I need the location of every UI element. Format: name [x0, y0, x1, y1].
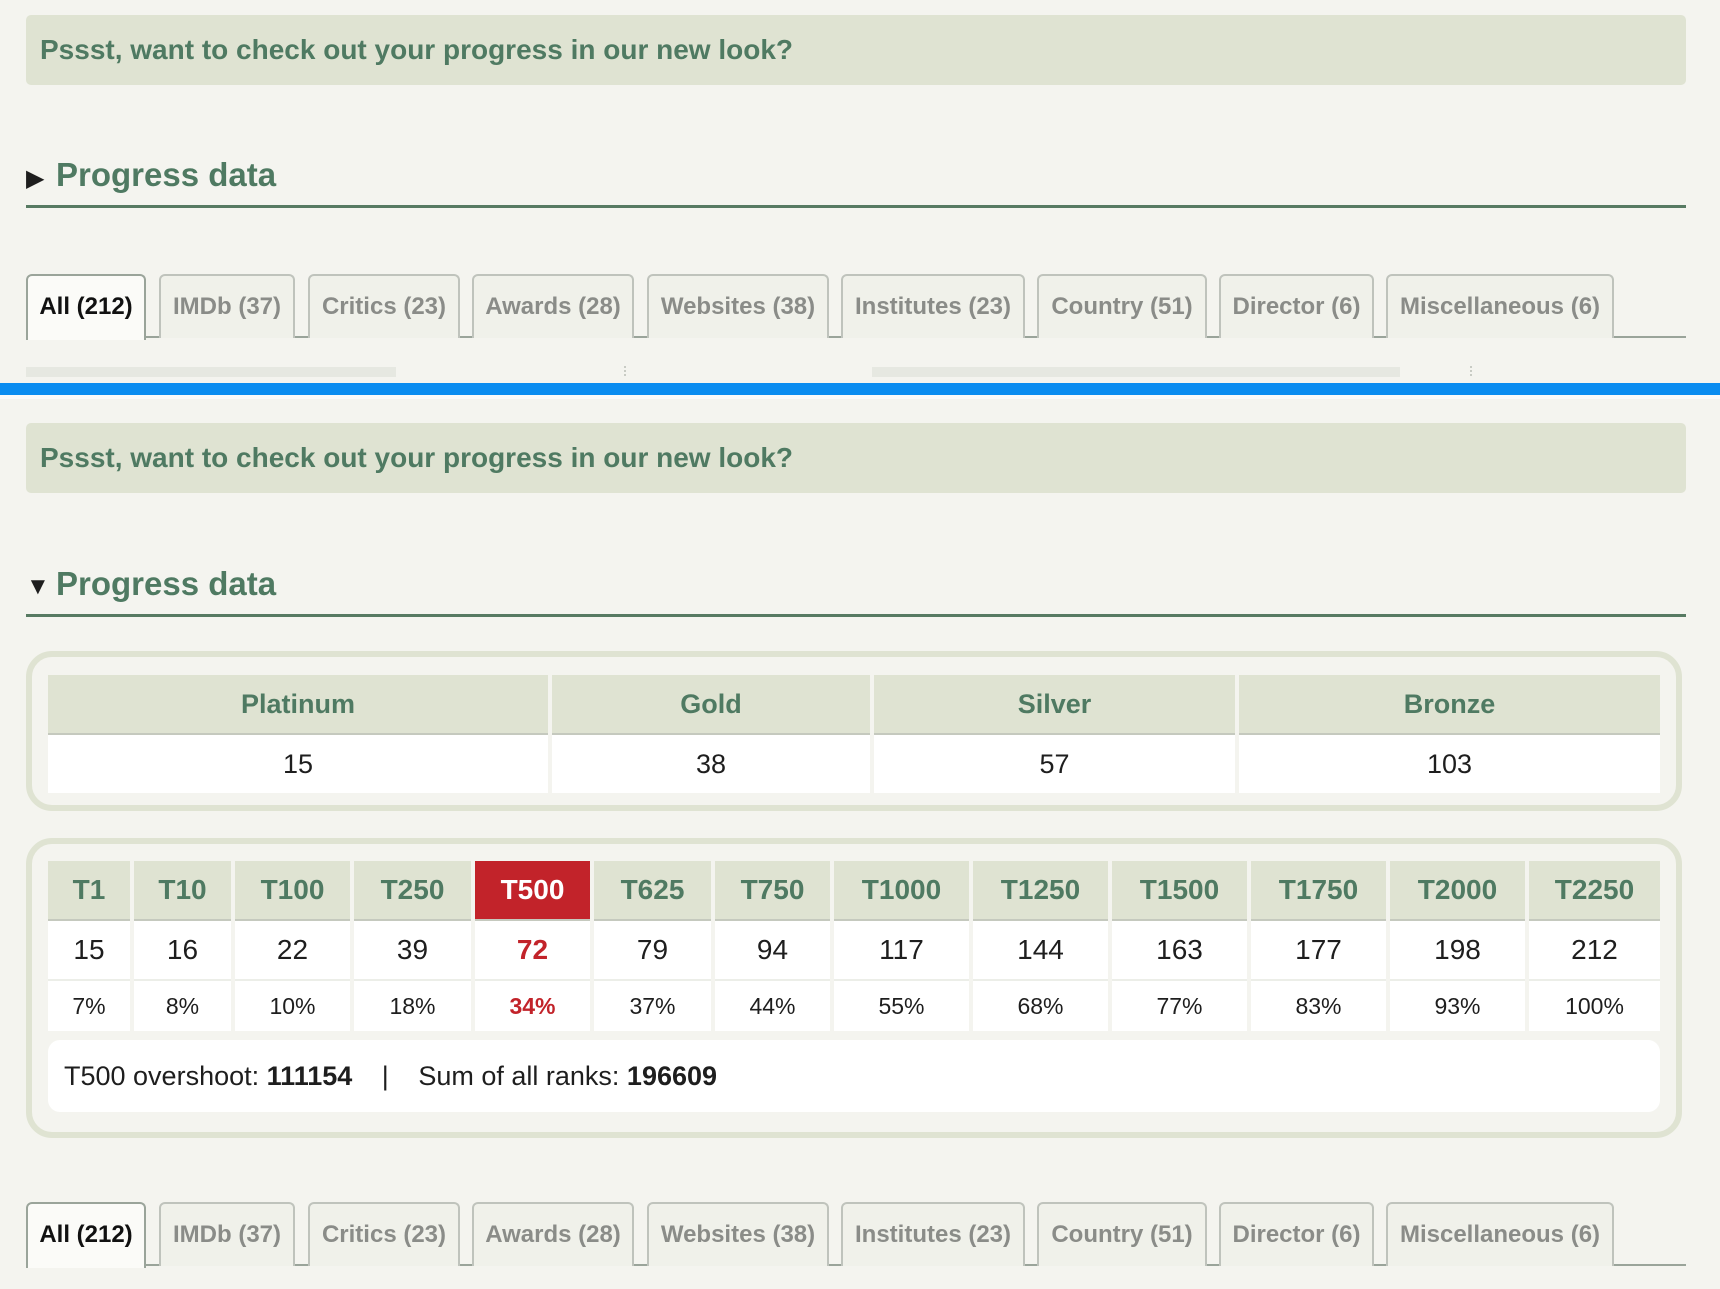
tab-awards[interactable]: Awards (28)	[472, 1202, 634, 1266]
rank-percent-t250: 18%	[352, 980, 475, 1031]
rank-header-t1: T1	[48, 861, 134, 921]
tab-critics[interactable]: Critics (23)	[308, 274, 460, 338]
expanded-view: Pssst, want to check out your progress i…	[0, 398, 1720, 1289]
rank-percent-t100: 10%	[233, 980, 354, 1031]
progress-data-title[interactable]: Progress data	[56, 565, 276, 603]
rank-header-t2000: T2000	[1388, 861, 1529, 921]
rank-count-t1750: 177	[1249, 920, 1390, 981]
tab-country[interactable]: Country (51)	[1037, 274, 1207, 338]
tab-institutes[interactable]: Institutes (23)	[841, 1202, 1025, 1266]
rank-header-t500: T500	[473, 861, 594, 921]
medal-value-platinum: 15	[48, 734, 552, 793]
rank-count-t250: 39	[352, 920, 475, 981]
rank-header-t100: T100	[233, 861, 354, 921]
tab-all[interactable]: All (212)	[26, 274, 146, 340]
divider-dots	[1470, 366, 1474, 376]
rank-header-t1000: T1000	[832, 861, 973, 921]
tab-imdb[interactable]: IMDb (37)	[159, 1202, 295, 1266]
rank-header-t1500: T1500	[1110, 861, 1251, 921]
category-tabs: All (212) IMDb (37) Critics (23) Awards …	[26, 274, 1686, 340]
new-look-banner[interactable]: Pssst, want to check out your progress i…	[26, 15, 1686, 85]
expanded-arrow-icon[interactable]: ▼	[26, 573, 50, 601]
rank-count-t10: 16	[132, 920, 235, 981]
medal-header-silver: Silver	[872, 675, 1239, 735]
overshoot-value: 111154	[266, 1061, 353, 1091]
rank-count-t625: 79	[592, 920, 715, 981]
tab-director[interactable]: Director (6)	[1219, 1202, 1374, 1266]
rank-count-t750: 94	[713, 920, 834, 981]
rank-count-t500: 72	[473, 920, 594, 981]
rank-percent-t2000: 93%	[1388, 980, 1529, 1031]
tab-all[interactable]: All (212)	[26, 1202, 146, 1268]
rank-count-t1500: 163	[1110, 920, 1251, 981]
sum-ranks-label: Sum of all ranks:	[418, 1061, 620, 1091]
medal-header-gold: Gold	[550, 675, 874, 735]
summary-separator: |	[381, 1061, 389, 1091]
rank-header-t250: T250	[352, 861, 475, 921]
rank-percent-t2250: 100%	[1527, 980, 1660, 1031]
screenshot-divider	[0, 383, 1720, 395]
rank-header-t10: T10	[132, 861, 235, 921]
tab-websites[interactable]: Websites (38)	[647, 1202, 829, 1266]
rank-header-t1750: T1750	[1249, 861, 1390, 921]
list-placeholder	[872, 367, 1400, 377]
medal-value-bronze: 103	[1237, 734, 1660, 793]
rank-header-t750: T750	[713, 861, 834, 921]
category-tabs: All (212) IMDb (37) Critics (23) Awards …	[26, 1202, 1686, 1268]
tab-websites[interactable]: Websites (38)	[647, 274, 829, 338]
rank-percent-t10: 8%	[132, 980, 235, 1031]
medal-header-platinum: Platinum	[48, 675, 552, 735]
rank-header-t625: T625	[592, 861, 715, 921]
list-placeholder	[26, 367, 396, 377]
rank-header-t2250: T2250	[1527, 861, 1660, 921]
rank-count-t1000: 117	[832, 920, 973, 981]
rank-percent-t1000: 55%	[832, 980, 973, 1031]
tab-director[interactable]: Director (6)	[1219, 274, 1374, 338]
overshoot-label: T500 overshoot:	[64, 1061, 260, 1091]
rank-count-t100: 22	[233, 920, 354, 981]
collapsed-view: Pssst, want to check out your progress i…	[0, 0, 1720, 380]
rank-percent-t1: 7%	[48, 980, 134, 1031]
progress-data-title[interactable]: Progress data	[56, 156, 276, 194]
rank-header-t1250: T1250	[971, 861, 1112, 921]
tab-critics[interactable]: Critics (23)	[308, 1202, 460, 1266]
rank-table: T1 T10 T100 T250 T500 T625 T750 T1000 T1…	[48, 861, 1660, 1031]
rank-percent-t625: 37%	[592, 980, 715, 1031]
rank-percent-t1250: 68%	[971, 980, 1112, 1031]
rank-count-t2000: 198	[1388, 920, 1529, 981]
rank-summary: T500 overshoot: 111154 | Sum of all rank…	[48, 1040, 1660, 1112]
tab-country[interactable]: Country (51)	[1037, 1202, 1207, 1266]
tab-imdb[interactable]: IMDb (37)	[159, 274, 295, 338]
progress-data-header[interactable]: ▼ Progress data	[26, 559, 1686, 617]
rank-count-t2250: 212	[1527, 920, 1660, 981]
medal-value-gold: 38	[550, 734, 874, 793]
progress-data-header[interactable]: ▶ Progress data	[26, 150, 1686, 208]
sum-ranks-value: 196609	[626, 1061, 718, 1091]
medal-table: Platinum Gold Silver Bronze 15 38 57 103	[48, 675, 1660, 793]
collapsed-arrow-icon[interactable]: ▶	[26, 164, 44, 193]
tab-miscellaneous[interactable]: Miscellaneous (6)	[1386, 274, 1614, 338]
divider-dots	[624, 366, 628, 376]
tab-institutes[interactable]: Institutes (23)	[841, 274, 1025, 338]
tab-miscellaneous[interactable]: Miscellaneous (6)	[1386, 1202, 1614, 1266]
tab-awards[interactable]: Awards (28)	[472, 274, 634, 338]
rank-count-t1: 15	[48, 920, 134, 981]
new-look-banner[interactable]: Pssst, want to check out your progress i…	[26, 423, 1686, 493]
rank-count-t1250: 144	[971, 920, 1112, 981]
rank-percent-t500: 34%	[473, 980, 594, 1031]
medal-header-bronze: Bronze	[1237, 675, 1660, 735]
rank-percent-t1750: 83%	[1249, 980, 1390, 1031]
rank-percent-t1500: 77%	[1110, 980, 1251, 1031]
rank-percent-t750: 44%	[713, 980, 834, 1031]
medal-value-silver: 57	[872, 734, 1239, 793]
